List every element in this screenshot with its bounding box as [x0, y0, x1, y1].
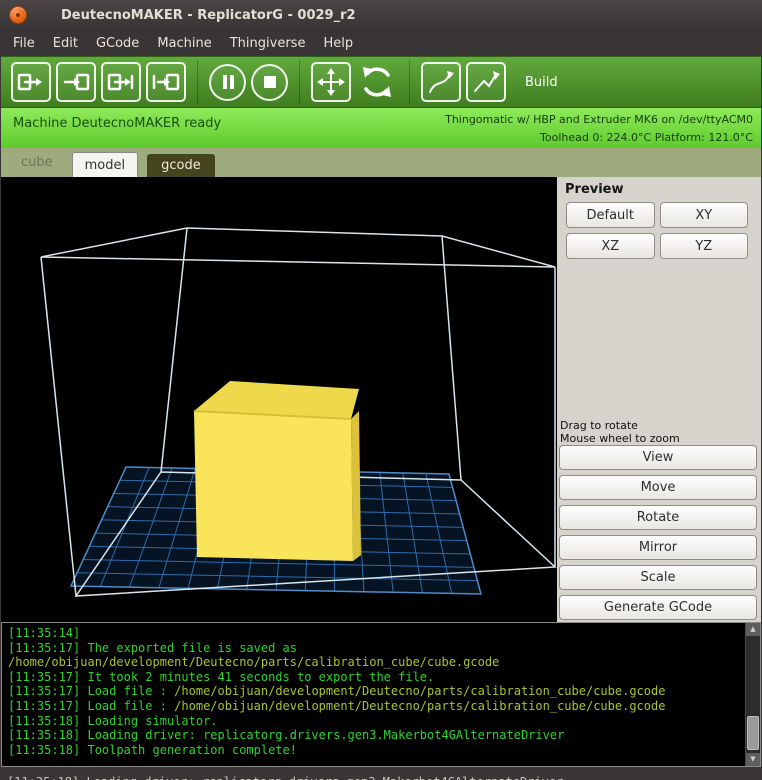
export-toolpath-button[interactable] [466, 62, 506, 102]
scrollbar-thumb[interactable] [747, 716, 759, 750]
menu-edit[interactable]: Edit [44, 33, 87, 54]
toolbar: Build [1, 56, 761, 108]
machine-disconnect-button[interactable] [56, 62, 96, 102]
export-toolpath-icon [471, 67, 501, 97]
menu-machine[interactable]: Machine [148, 33, 220, 54]
pan-view-button[interactable] [311, 62, 351, 102]
console-line: [11:35:17] Load file : /home/obijuan/dev… [8, 699, 742, 714]
rotate-view-button[interactable] [356, 62, 398, 102]
menu-gcode[interactable]: GCode [87, 33, 148, 54]
tab-gcode[interactable]: gcode [147, 154, 215, 177]
viewport-hints: Drag to rotate Mouse wheel to zoom [560, 419, 680, 445]
console-panel[interactable]: [11:35:14][11:35:17] The exported file i… [1, 622, 761, 767]
build-to-file-button[interactable] [101, 62, 141, 102]
scale-button[interactable]: Scale [559, 565, 757, 590]
rotate-button[interactable]: Rotate [559, 505, 757, 530]
menu-file[interactable]: File [4, 33, 44, 54]
view-default-button[interactable]: Default [566, 202, 655, 228]
simulate-toolpath-button[interactable] [421, 62, 461, 102]
view-button[interactable]: View [559, 445, 757, 470]
close-window-button[interactable] [9, 6, 27, 24]
view-preset-buttons: Default XY XZ YZ [566, 202, 748, 259]
menu-bar: File Edit GCode Machine Thingiverse Help [0, 30, 762, 56]
view-yz-button[interactable]: YZ [660, 233, 749, 259]
machine-connect-icon [16, 67, 46, 97]
pause-button[interactable] [209, 64, 246, 101]
clipped-log-line: [11:35:18] Loading driver: replicatorg.d… [1, 767, 761, 780]
machine-info: Thingomatic w/ HBP and Extruder MK6 on /… [445, 113, 753, 126]
tab-model[interactable]: model [72, 152, 138, 177]
model-cube [194, 381, 361, 561]
console-line: /home/obijuan/development/Deutecno/parts… [8, 655, 742, 670]
menu-thingiverse[interactable]: Thingiverse [221, 33, 315, 54]
generate-gcode-button[interactable]: Generate GCode [559, 595, 757, 620]
simulate-toolpath-icon [426, 67, 456, 97]
console-line: [11:35:18] Loading driver: replicatorg.d… [8, 728, 742, 743]
build-button[interactable]: Build [525, 75, 558, 90]
stop-icon [255, 67, 285, 97]
model-tool-buttons: View Move Rotate Mirror Scale Generate G… [559, 445, 757, 620]
machine-status-message: Machine DeutecnoMAKER ready [13, 113, 221, 144]
app-window: DeutecnoMAKER - ReplicatorG - 0029_r2 Fi… [0, 0, 762, 780]
build-to-file-icon [106, 67, 136, 97]
view-xz-button[interactable]: XZ [566, 233, 655, 259]
model-viewport[interactable] [1, 177, 557, 622]
hint-mouse-wheel-zoom: Mouse wheel to zoom [560, 432, 680, 445]
console-line: [11:35:17] It took 2 minutes 41 seconds … [8, 670, 742, 685]
console-log: [11:35:14][11:35:17] The exported file i… [8, 626, 742, 757]
console-line: [11:35:17] Load file : /home/obijuan/dev… [8, 684, 742, 699]
status-bar: Machine DeutecnoMAKER ready Thingomatic … [1, 108, 761, 148]
model-3d-scene [1, 177, 557, 622]
window-title: DeutecnoMAKER - ReplicatorG - 0029_r2 [61, 8, 356, 23]
machine-disconnect-icon [61, 67, 91, 97]
menu-help[interactable]: Help [314, 33, 362, 54]
title-bar: DeutecnoMAKER - ReplicatorG - 0029_r2 [0, 0, 762, 30]
console-line: [11:35:18] Loading simulator. [8, 714, 742, 729]
preview-panel: Preview Default XY XZ YZ Drag to rotate … [557, 177, 761, 622]
toolbar-separator [299, 60, 300, 104]
toolbar-separator [409, 60, 410, 104]
stop-button[interactable] [251, 64, 288, 101]
hint-drag-to-rotate: Drag to rotate [560, 419, 680, 432]
console-line: [11:35:18] Toolpath generation complete! [8, 743, 742, 758]
build-from-file-button[interactable] [146, 62, 186, 102]
pause-icon [213, 67, 243, 97]
move-button[interactable]: Move [559, 475, 757, 500]
console-line: [11:35:17] The exported file is saved as [8, 641, 742, 656]
mirror-button[interactable]: Mirror [559, 535, 757, 560]
console-line: [11:35:14] [8, 626, 742, 641]
temperature-readout: Toolhead 0: 224.0°C Platform: 121.0°C [445, 131, 753, 144]
tab-bar: cube model gcode [1, 148, 761, 177]
machine-connect-button[interactable] [11, 62, 51, 102]
console-scrollbar[interactable]: ▲ ▼ [745, 623, 760, 766]
build-from-file-icon [151, 67, 181, 97]
scroll-down-button[interactable]: ▼ [746, 753, 760, 766]
view-xy-button[interactable]: XY [660, 202, 749, 228]
toolbar-separator [197, 60, 198, 104]
scroll-up-button[interactable]: ▲ [746, 623, 760, 636]
tab-cube[interactable]: cube [11, 155, 63, 177]
rotate-view-icon [359, 64, 395, 100]
preview-panel-title: Preview [565, 182, 624, 197]
pan-view-icon [316, 67, 346, 97]
